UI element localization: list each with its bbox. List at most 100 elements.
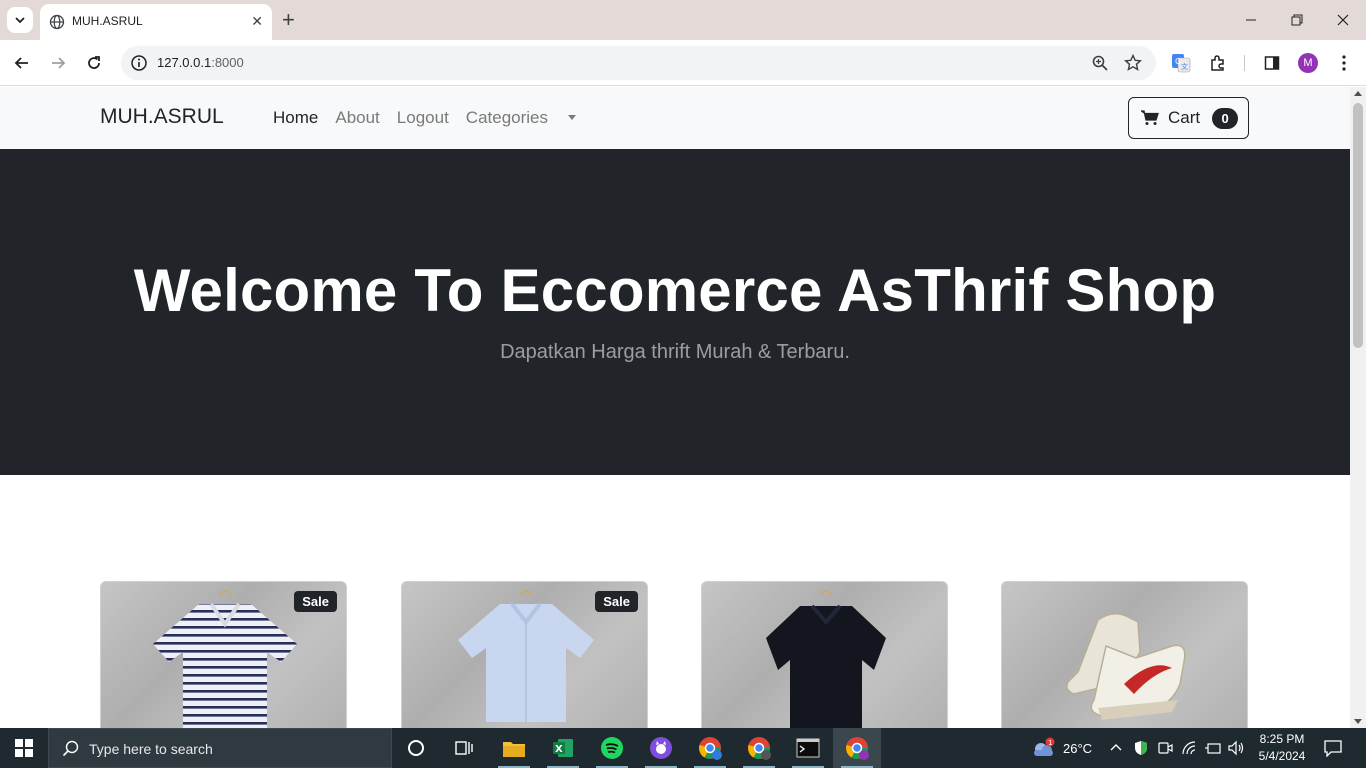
back-button[interactable]	[11, 52, 33, 74]
cortana-button[interactable]	[392, 728, 440, 768]
cortana-circle-icon	[408, 740, 424, 756]
categories-label: Categories	[465, 108, 549, 127]
product-card[interactable]	[701, 581, 948, 728]
site-brand[interactable]: MUH.ASRUL	[100, 105, 224, 129]
weather-cloud-icon: 1	[1034, 737, 1055, 756]
cart-icon	[1141, 110, 1159, 125]
scroll-up-arrow-icon[interactable]	[1354, 91, 1362, 96]
chrome-icon	[699, 737, 722, 760]
caret-down-icon	[568, 115, 577, 120]
svg-text:文: 文	[1181, 62, 1188, 71]
restore-icon	[1291, 14, 1303, 26]
minimize-button[interactable]	[1228, 8, 1274, 32]
profile-avatar[interactable]: M	[1298, 53, 1318, 73]
scrollbar-thumb[interactable]	[1353, 103, 1363, 348]
side-panel-icon[interactable]	[1261, 52, 1283, 74]
globe-icon	[49, 14, 65, 30]
chevron-down-icon	[15, 17, 25, 24]
search-icon	[62, 740, 79, 757]
url-text[interactable]: 127.0.0.1:8000	[157, 55, 244, 70]
network-tray-icon[interactable]	[1181, 728, 1199, 768]
page-scrollbar[interactable]	[1350, 87, 1366, 728]
close-icon	[1337, 14, 1349, 26]
google-translate-icon[interactable]: G文	[1170, 52, 1192, 74]
weather-widget[interactable]: 1 26°C	[1030, 728, 1092, 768]
task-view-icon	[455, 741, 473, 755]
taskbar-clock[interactable]: 8:25 PM 5/4/2024	[1252, 731, 1312, 765]
tray-overflow-button[interactable]	[1110, 728, 1122, 768]
chrome-profile-2-button[interactable]	[735, 728, 783, 768]
tab-search-button[interactable]	[7, 7, 33, 33]
address-bar[interactable]: 127.0.0.1:8000	[121, 46, 1156, 80]
shield-icon	[1135, 741, 1147, 755]
tab-close-icon[interactable]: ✕	[251, 13, 263, 29]
product-card[interactable]: Sale	[100, 581, 347, 728]
forward-button[interactable]	[47, 52, 69, 74]
windows-taskbar: Type here to search X 1 26°C 8:25 PM 5/4…	[0, 728, 1366, 768]
site-info-icon[interactable]	[130, 54, 148, 72]
chrome-active-button[interactable]	[833, 728, 881, 768]
url-port: :8000	[211, 55, 244, 70]
restore-button[interactable]	[1274, 8, 1320, 32]
terminal-button[interactable]	[784, 728, 832, 768]
folder-icon	[503, 742, 525, 757]
nav-link-about[interactable]: About	[335, 108, 379, 128]
meet-now-tray-icon[interactable]	[1157, 728, 1173, 768]
battery-plug-icon	[1205, 743, 1221, 754]
excel-button[interactable]: X	[539, 728, 587, 768]
browser-toolbar: 127.0.0.1:8000	[0, 40, 1366, 86]
chrome-icon	[748, 737, 771, 760]
hero-title: Welcome To Eccomerce AsThrif Shop	[133, 257, 1217, 324]
wifi-icon	[1182, 741, 1196, 755]
cart-count-badge: 0	[1212, 107, 1239, 129]
bookmark-star-icon[interactable]	[1124, 54, 1142, 72]
nav-link-logout[interactable]: Logout	[397, 108, 449, 128]
search-placeholder: Type here to search	[89, 741, 213, 757]
kebab-menu-icon[interactable]	[1333, 52, 1355, 74]
security-tray-icon[interactable]	[1133, 728, 1149, 768]
navy-polo-shirt-image	[766, 590, 886, 728]
svg-text:X: X	[555, 744, 563, 755]
extensions-puzzle-icon[interactable]	[1207, 52, 1229, 74]
speaker-icon	[1228, 740, 1244, 756]
toolbar-separator	[1244, 55, 1245, 71]
zoom-icon[interactable]	[1091, 54, 1109, 72]
chrome-profile-1-button[interactable]	[686, 728, 734, 768]
github-desktop-button[interactable]	[637, 728, 685, 768]
nav-dropdown-categories[interactable]: Categories	[466, 108, 593, 128]
sale-badge: Sale	[294, 591, 337, 612]
browser-tab[interactable]: MUH.ASRUL ✕	[40, 4, 272, 40]
volume-tray-icon[interactable]	[1228, 728, 1246, 768]
terminal-icon	[796, 738, 820, 758]
product-card[interactable]: Sale	[401, 581, 648, 728]
battery-tray-icon[interactable]	[1204, 728, 1222, 768]
chevron-up-icon	[1110, 744, 1122, 751]
hero-subtitle: Dapatkan Harga thrift Murah & Terbaru.	[500, 341, 850, 363]
site-navbar: MUH.ASRUL Home About Logout Categories C…	[0, 87, 1350, 149]
new-tab-button[interactable]: +	[282, 8, 295, 32]
spotify-button[interactable]	[588, 728, 636, 768]
weather-badge: 1	[1048, 739, 1052, 747]
scroll-down-arrow-icon[interactable]	[1354, 719, 1362, 724]
url-host: 127.0.0.1	[157, 55, 212, 70]
windows-logo-icon	[15, 739, 33, 757]
task-view-button[interactable]	[440, 728, 488, 768]
browser-tab-strip: MUH.ASRUL ✕ +	[0, 0, 1366, 40]
clock-time: 8:25 PM	[1259, 732, 1305, 746]
arrow-left-icon	[14, 57, 28, 69]
taskbar-search[interactable]: Type here to search	[48, 728, 392, 768]
close-window-button[interactable]	[1320, 8, 1366, 32]
notification-center-button[interactable]	[1323, 728, 1343, 768]
file-explorer-button[interactable]	[490, 728, 538, 768]
start-button[interactable]	[0, 728, 48, 768]
clock-date: 5/4/2024	[1258, 749, 1306, 763]
product-card[interactable]	[1001, 581, 1248, 728]
cart-label: Cart	[1168, 108, 1201, 127]
white-high-top-sneakers-image	[1066, 613, 1186, 720]
cart-button[interactable]: Cart 0	[1128, 97, 1249, 139]
reload-button[interactable]	[83, 52, 105, 74]
camera-icon	[1158, 742, 1173, 754]
nav-link-home[interactable]: Home	[273, 108, 318, 128]
notification-icon	[1324, 740, 1342, 757]
product-grid: Sale Sale	[100, 581, 1250, 728]
